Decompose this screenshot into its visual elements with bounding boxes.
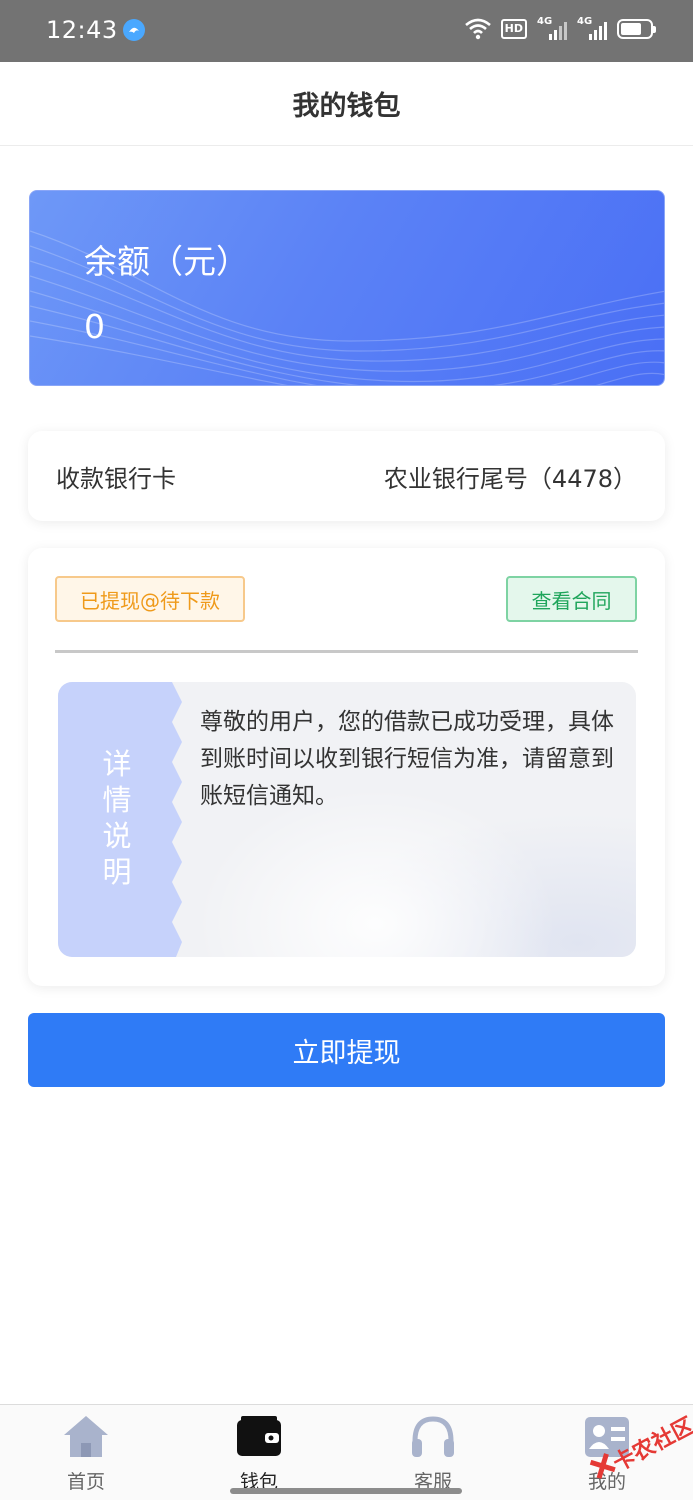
- headset-icon: [412, 1416, 454, 1457]
- detail-text: 尊敬的用户，您的借款已成功受理，具体到账时间以收到银行短信为准，请留意到账短信通…: [200, 709, 614, 809]
- home-icon: [64, 1416, 108, 1457]
- bank-card-row[interactable]: 收款银行卡 农业银行尾号（4478）: [28, 431, 665, 521]
- tab-service[interactable]: 客服: [373, 1405, 493, 1500]
- hd-icon: HD: [500, 19, 527, 39]
- balance-card: 余额（元） 0: [29, 190, 665, 386]
- withdraw-status-card: 已提现@待下款 查看合同 详情说明 尊敬的用户，您的借款已成功受理，具体到账时间…: [28, 548, 665, 986]
- signal-icon: 4G: [577, 16, 607, 42]
- home-indicator[interactable]: [230, 1488, 462, 1494]
- nav-header: 我的钱包: [0, 62, 693, 146]
- view-contract-button[interactable]: 查看合同: [506, 576, 637, 622]
- battery-icon: [617, 19, 656, 39]
- balance-amount: 0: [84, 307, 105, 346]
- status-badge: 已提现@待下款: [55, 576, 245, 622]
- app-icon: [123, 19, 145, 41]
- withdraw-now-button[interactable]: 立即提现: [28, 1013, 665, 1087]
- wallet-screen: 12:43 HD 4G 4G 我的钱包 余额（元） 0 收款银行卡 农业银行尾号…: [0, 0, 693, 1500]
- tab-home[interactable]: 首页: [26, 1405, 146, 1500]
- bank-card-value: 农业银行尾号（4478）: [383, 464, 637, 493]
- tab-label: 首页: [66, 1471, 105, 1493]
- wifi-icon: [464, 18, 491, 40]
- status-bar: 12:43 HD 4G 4G: [0, 0, 693, 62]
- detail-side-panel: 详情说明: [58, 682, 182, 957]
- bank-card-label: 收款银行卡: [56, 464, 176, 493]
- balance-label: 余额（元）: [84, 242, 249, 281]
- status-icons: HD 4G 4G: [464, 16, 656, 42]
- detail-label: 详情说明: [102, 747, 132, 889]
- wallet-icon: [237, 1416, 281, 1456]
- detail-box: 详情说明 尊敬的用户，您的借款已成功受理，具体到账时间以收到银行短信为准，请留意…: [58, 682, 636, 957]
- status-time: 12:43: [46, 16, 118, 44]
- wave-pattern: [30, 230, 664, 385]
- divider: [55, 650, 638, 653]
- page-title: 我的钱包: [292, 91, 401, 122]
- tab-wallet[interactable]: 钱包: [199, 1405, 319, 1500]
- signal-icon: 4G: [537, 16, 567, 42]
